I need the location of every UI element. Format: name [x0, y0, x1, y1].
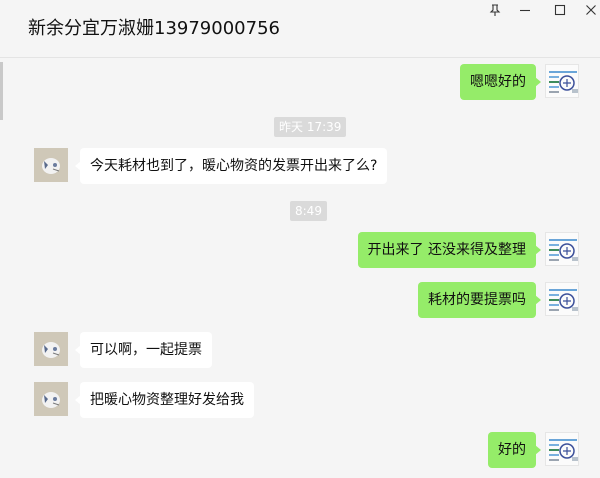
- contact-avatar[interactable]: [34, 382, 68, 416]
- scrollbar-thumb[interactable]: [0, 62, 3, 120]
- my-avatar-image: [549, 71, 578, 93]
- minimize-icon[interactable]: [510, 0, 540, 20]
- my-avatar-image: [549, 439, 578, 461]
- message-bubble-incoming[interactable]: 可以啊，一起提票: [75, 332, 212, 368]
- message-bubble-outgoing[interactable]: 好的: [488, 432, 541, 468]
- message-bubble-outgoing[interactable]: 嗯嗯好的: [460, 64, 541, 100]
- message-bubble-outgoing[interactable]: 耗材的要提票吗: [418, 282, 541, 318]
- my-avatar-image: [549, 289, 578, 311]
- contact-avatar-image: [34, 148, 68, 182]
- chat-title: 新余分宜万淑姗13979000756: [28, 18, 280, 39]
- my-avatar-image: [549, 239, 578, 261]
- contact-avatar-image: [34, 382, 68, 416]
- contact-avatar[interactable]: [34, 148, 68, 182]
- contact-avatar-image: [34, 332, 68, 366]
- timestamp-label: 8:49: [290, 201, 327, 221]
- message-bubble-incoming[interactable]: 把暖心物资整理好发给我: [75, 382, 254, 418]
- timestamp-label: 昨天 17:39: [274, 117, 347, 137]
- pin-icon[interactable]: [480, 0, 510, 20]
- message-bubble-incoming[interactable]: 今天耗材也到了，暖心物资的发票开出来了么?: [74, 148, 388, 184]
- message-bubble-outgoing[interactable]: 开出来了 还没来得及整理: [357, 232, 542, 268]
- my-avatar[interactable]: [545, 282, 579, 316]
- maximize-icon[interactable]: [545, 0, 575, 20]
- contact-avatar[interactable]: [34, 332, 68, 366]
- chat-header: 新余分宜万淑姗13979000756: [0, 0, 600, 58]
- my-avatar[interactable]: [545, 64, 579, 98]
- my-avatar[interactable]: [545, 232, 579, 266]
- my-avatar[interactable]: [545, 432, 579, 466]
- close-icon[interactable]: [576, 0, 600, 20]
